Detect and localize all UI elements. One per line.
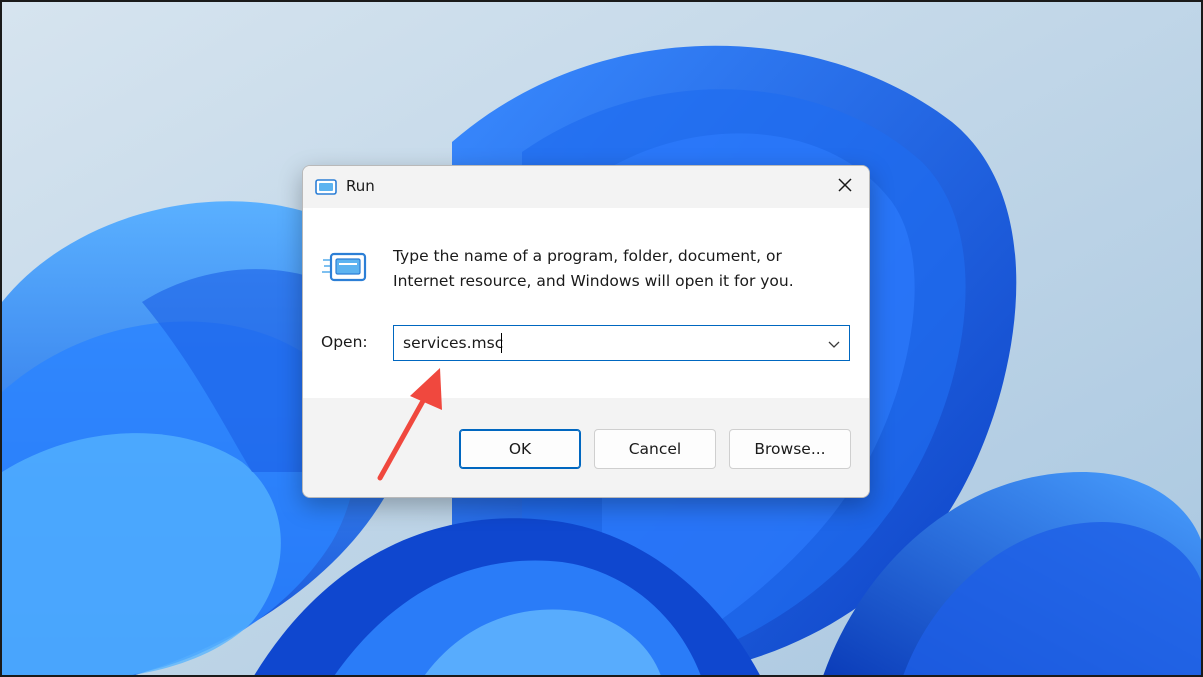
dropdown-button[interactable]: [819, 326, 849, 360]
run-icon: [321, 248, 369, 288]
open-input[interactable]: [394, 326, 814, 360]
description-line-1: Type the name of a program, folder, docu…: [393, 247, 782, 265]
close-icon: [837, 177, 853, 197]
close-button[interactable]: [829, 172, 861, 202]
desktop: Run Type the name of a program, folder, …: [0, 0, 1203, 677]
title-bar[interactable]: Run: [303, 166, 869, 208]
window-title: Run: [346, 177, 375, 195]
open-label: Open:: [321, 333, 368, 351]
chevron-down-icon: [828, 334, 840, 353]
run-icon: [315, 179, 337, 195]
browse-button[interactable]: Browse...: [729, 429, 851, 469]
description-line-2: Internet resource, and Windows will open…: [393, 272, 794, 290]
open-combobox[interactable]: [393, 325, 850, 361]
text-caret: [501, 333, 502, 353]
description: Type the name of a program, folder, docu…: [393, 244, 853, 294]
annotation-arrow-icon: [377, 368, 442, 481]
cancel-button[interactable]: Cancel: [594, 429, 716, 469]
ok-button[interactable]: OK: [459, 429, 581, 469]
